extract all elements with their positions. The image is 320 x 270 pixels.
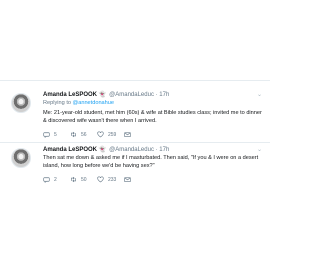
replying-to-link[interactable]: @annetdonahue — [73, 100, 114, 106]
tweet-header: Amanda LeSPOOK 👻 @AmandaLeduc · 17h — [43, 146, 262, 154]
retweet-button[interactable]: 56 — [70, 131, 97, 138]
reply-count: 2 — [54, 176, 57, 183]
reply-button[interactable]: 5 — [43, 131, 70, 138]
envelope-icon — [124, 177, 131, 182]
reply-count: 5 — [54, 131, 57, 138]
top-divider — [0, 80, 270, 81]
middle-divider — [0, 142, 270, 143]
heart-icon — [97, 131, 104, 138]
retweet-count: 56 — [81, 131, 87, 138]
author-handle-time[interactable]: @AmandaLeduc · 17h — [109, 146, 169, 154]
chevron-down-icon[interactable]: ⌄ — [257, 91, 262, 98]
tweet-content: Amanda LeSPOOK 👻 @AmandaLeduc · 17h ⌄ Re… — [43, 91, 262, 138]
tweet-text: Me: 21-year-old student, met him (60s) &… — [43, 110, 262, 124]
author-name[interactable]: Amanda LeSPOOK 👻 — [43, 146, 106, 154]
tweet-header: Amanda LeSPOOK 👻 @AmandaLeduc · 17h — [43, 91, 262, 99]
tweet-text: Then sat me down & asked me if I masturb… — [43, 155, 259, 169]
reply-icon — [43, 132, 50, 138]
tweet-actions: 5 56 259 — [43, 131, 262, 138]
chevron-down-icon[interactable]: ⌄ — [257, 146, 262, 153]
reply-icon — [43, 177, 50, 183]
tweet-thread: Amanda LeSPOOK 👻 @AmandaLeduc · 17h ⌄ Re… — [0, 0, 270, 270]
author-name[interactable]: Amanda LeSPOOK 👻 — [43, 91, 106, 99]
retweet-count: 50 — [81, 176, 87, 183]
envelope-icon — [124, 132, 131, 137]
avatar[interactable] — [11, 93, 31, 113]
retweet-icon — [71, 176, 76, 183]
replying-to: Replying to @annetdonahue — [43, 99, 262, 107]
author-handle-time[interactable]: @AmandaLeduc · 17h — [109, 91, 169, 99]
retweet-button[interactable]: 50 — [70, 176, 97, 183]
dm-button[interactable] — [124, 131, 151, 138]
tweet-actions: 2 50 233 — [43, 176, 262, 183]
like-button[interactable]: 259 — [97, 131, 124, 138]
retweet-icon — [71, 131, 76, 138]
dm-button[interactable] — [124, 176, 151, 183]
heart-icon — [97, 176, 104, 183]
tweet-content: Amanda LeSPOOK 👻 @AmandaLeduc · 17h ⌄ Th… — [43, 146, 262, 183]
like-button[interactable]: 233 — [97, 176, 124, 183]
like-count: 259 — [108, 131, 117, 138]
avatar[interactable] — [11, 148, 31, 168]
like-count: 233 — [108, 176, 117, 183]
reply-button[interactable]: 2 — [43, 176, 70, 183]
replying-to-label: Replying to — [43, 100, 73, 106]
